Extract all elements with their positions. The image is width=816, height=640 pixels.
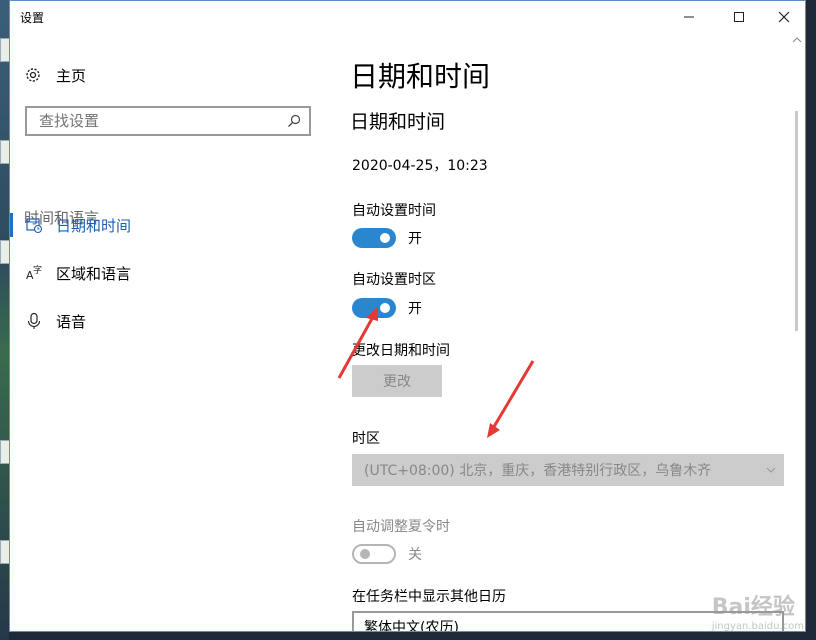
calendar-label: 在任务栏中显示其他日历 [352,589,506,605]
dst-row: 关 [352,544,422,564]
gear-icon [26,68,40,82]
language-icon: A 字 [26,264,42,282]
dst-label: 自动调整夏令时 [352,519,450,535]
search-icon[interactable] [287,114,301,128]
minimize-icon [684,16,694,18]
watermark-text: Bai经验 [711,595,795,620]
sidebar-item-label: 语音 [56,312,87,331]
main-content: 日期和时间 日期和时间 2020-04-25，10:23 自动设置时间 开 自动… [350,33,790,632]
title-bar[interactable]: 设置 [10,1,805,33]
maximize-button[interactable] [716,1,762,33]
maximize-icon [734,12,744,22]
sidebar-item-region-language[interactable]: A 字 区域和语言 [10,258,330,288]
toggle-state-text: 关 [408,547,422,563]
window-title: 设置 [20,11,45,25]
calendar-value: 繁体中文(农历) [364,620,459,632]
active-indicator [10,213,13,237]
search-input[interactable] [37,111,281,131]
auto-timezone-label: 自动设置时区 [352,272,436,288]
sidebar-item-date-time[interactable]: 日期和时间 [10,210,330,240]
auto-time-label: 自动设置时间 [352,203,436,219]
watermark-url: jingyan.baidu.com [711,621,804,632]
toggle-state-text: 开 [408,301,422,317]
minimize-button[interactable] [666,1,712,33]
microphone-icon [27,312,41,329]
timezone-label: 时区 [352,431,380,447]
change-datetime-label: 更改日期和时间 [352,343,450,359]
sidebar-item-label: 日期和时间 [56,216,132,235]
timezone-dropdown[interactable]: (UTC+08:00) 北京，重庆，香港特别行政区，乌鲁木齐 [352,454,784,486]
sidebar-item-speech[interactable]: 语音 [10,306,330,336]
current-datetime: 2020-04-25，10:23 [352,158,488,174]
scrollbar[interactable] [789,33,805,631]
toggle-state-text: 开 [408,231,422,247]
svg-text:字: 字 [33,264,42,276]
scroll-thumb[interactable] [795,111,798,331]
search-box[interactable] [25,106,311,136]
close-icon [778,11,790,23]
auto-timezone-toggle[interactable] [352,298,396,318]
section-title: 日期和时间 [350,111,446,133]
chevron-down-icon [766,467,776,473]
calendar-clock-icon [26,218,43,234]
home-label: 主页 [56,66,87,85]
home-nav-item[interactable]: 主页 [24,63,86,87]
timezone-value: (UTC+08:00) 北京，重庆，香港特别行政区，乌鲁木齐 [364,463,712,479]
sidebar: 主页 时间和语言 日期和时间 [10,33,330,631]
scroll-up-icon[interactable] [789,33,805,47]
auto-time-toggle[interactable] [352,228,396,248]
watermark: Bai经验 jingyan.baidu.com [712,589,804,632]
settings-window: 设置 主页 时间和语言 [9,0,806,632]
dst-toggle[interactable] [352,544,396,564]
auto-time-row: 开 [352,228,422,248]
desktop-background [0,0,10,640]
page-title: 日期和时间 [350,60,491,93]
change-button[interactable]: 更改 [352,365,442,397]
auto-timezone-row: 开 [352,298,422,318]
close-button[interactable] [761,1,805,33]
sidebar-item-label: 区域和语言 [56,264,132,283]
